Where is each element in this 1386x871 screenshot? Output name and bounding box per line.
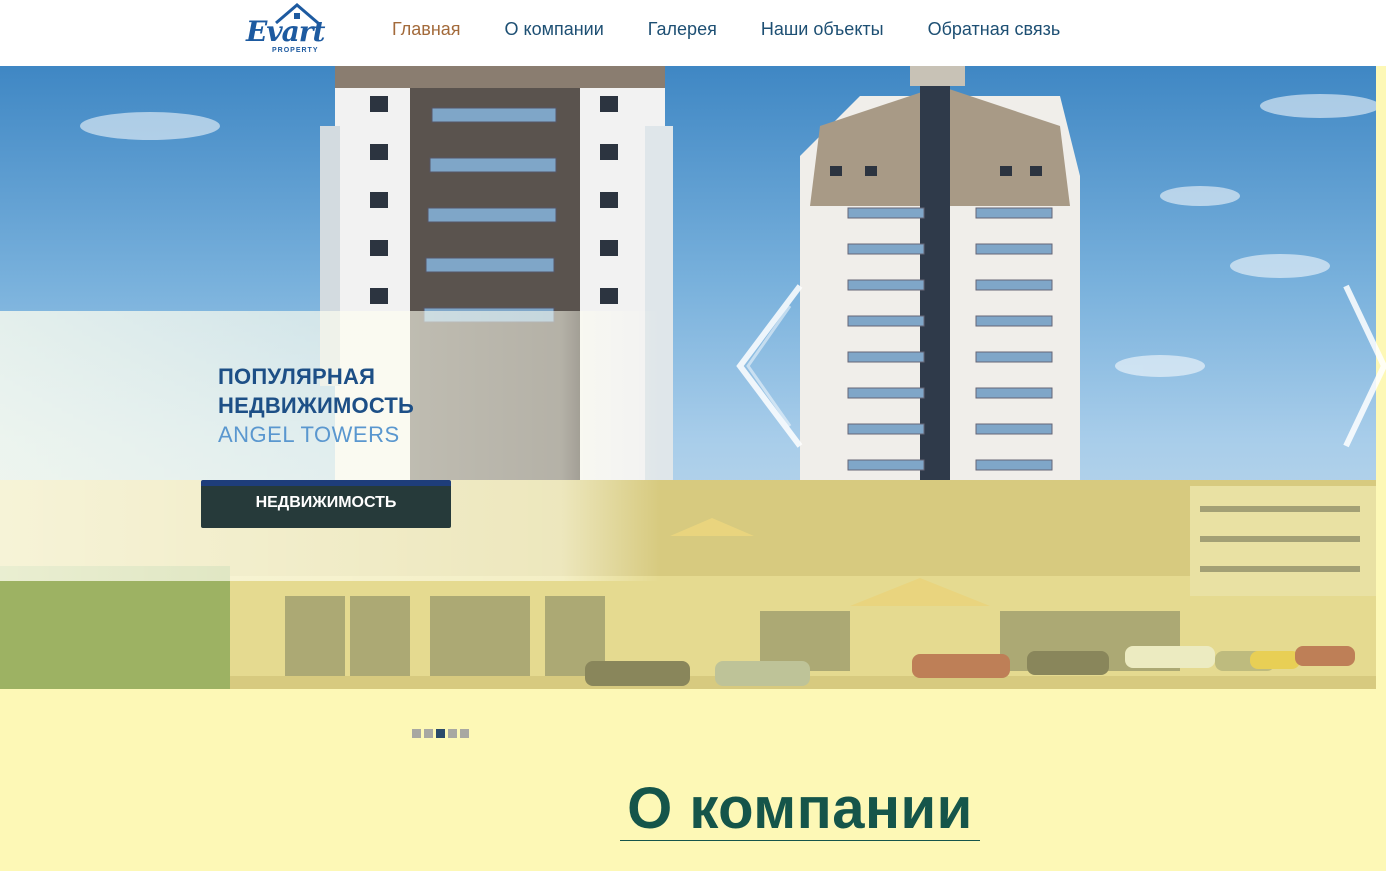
slider-dot-active[interactable] xyxy=(436,729,445,738)
nav-item-gallery[interactable]: Галерея xyxy=(648,19,717,40)
nav-item-contact[interactable]: Обратная связь xyxy=(928,19,1061,40)
slider-dot[interactable] xyxy=(424,729,433,738)
chevron-right-icon[interactable] xyxy=(1340,276,1386,456)
slide-caption: ПОПУЛЯРНАЯ НЕДВИЖИМОСТЬ ANGEL TOWERS xyxy=(218,362,478,449)
slider-dot[interactable] xyxy=(412,729,421,738)
site-header: Evart PROPERTY Главная О компании Галере… xyxy=(0,0,1386,66)
slide-title-line1: ПОПУЛЯРНАЯ xyxy=(218,364,376,389)
slider-dot[interactable] xyxy=(460,729,469,738)
main-nav: Главная О компании Галерея Наши объекты … xyxy=(392,19,1104,40)
hero-slider: ПОПУЛЯРНАЯ НЕДВИЖИМОСТЬ ANGEL TOWERS НЕД… xyxy=(0,66,1386,689)
logo-word: Evart xyxy=(246,15,325,48)
cta-button[interactable]: НЕДВИЖИМОСТЬ xyxy=(201,480,451,528)
slide-title-line2: НЕДВИЖИМОСТЬ xyxy=(218,393,415,418)
nav-item-about[interactable]: О компании xyxy=(505,19,604,40)
cta-button-label: НЕДВИЖИМОСТЬ xyxy=(255,494,397,511)
slider-pagination xyxy=(412,729,472,738)
logo-subtitle: PROPERTY xyxy=(272,47,319,54)
about-heading: О компании xyxy=(627,776,973,841)
nav-item-objects[interactable]: Наши объекты xyxy=(761,19,884,40)
slider-dot[interactable] xyxy=(448,729,457,738)
slide-subtitle: ANGEL TOWERS xyxy=(218,422,400,447)
about-heading-underline xyxy=(620,840,980,841)
nav-item-home[interactable]: Главная xyxy=(392,19,461,40)
chevron-left-icon[interactable] xyxy=(720,276,810,456)
logo[interactable]: Evart PROPERTY xyxy=(246,3,336,59)
